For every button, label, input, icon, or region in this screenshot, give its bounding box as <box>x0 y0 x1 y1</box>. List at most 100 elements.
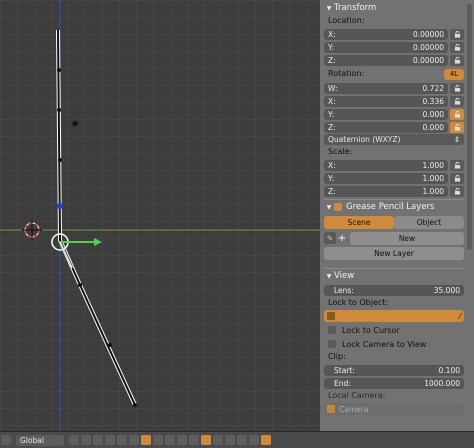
transform-location-value: 0.00000 <box>412 42 444 52</box>
scale-label: Scale: <box>328 147 353 156</box>
lock-icon[interactable] <box>450 185 464 197</box>
restrict-icon[interactable] <box>249 435 259 445</box>
lock-cursor-checkbox[interactable]: Lock to Cursor <box>324 323 464 337</box>
eyedropper-icon[interactable]: ⁄ <box>460 312 461 321</box>
lock-object-label: Lock to Object: <box>328 298 389 307</box>
lens-field[interactable]: Lens: 35.000 <box>324 284 464 296</box>
snap-icon[interactable] <box>141 435 151 445</box>
rotation-label: Rotation: <box>328 69 365 78</box>
paste-pose-icon[interactable] <box>225 435 235 445</box>
lock-icon[interactable] <box>450 54 464 66</box>
proportional-edit-icon[interactable] <box>165 435 175 445</box>
bone-joint[interactable] <box>133 403 137 407</box>
clip-start-label: Start: <box>334 365 355 375</box>
3d-viewport[interactable]: ✷ <box>0 0 320 431</box>
bone-joint[interactable] <box>58 158 62 162</box>
transform-location-axis-label: Y: <box>328 42 335 52</box>
layer-toggle-icon[interactable] <box>69 435 79 445</box>
clip-start-field[interactable]: Start: 0.100 <box>324 364 464 376</box>
view-header[interactable]: ▼ View <box>324 268 464 283</box>
checkbox-box[interactable] <box>328 326 336 334</box>
transform-rotation-axis-label: W: <box>328 83 338 93</box>
tab-scene[interactable]: Scene <box>324 216 394 229</box>
bone-joint[interactable] <box>57 108 61 112</box>
transform-scale-field[interactable]: Z: 1.000 <box>324 185 448 197</box>
properties-panel: ▼ Transform Location: X: 0.00000 Y: 0.00000… <box>320 0 474 431</box>
transform-scale-axis-label: X: <box>328 160 336 170</box>
transform-location-field[interactable]: X: 0.00000 <box>324 28 448 40</box>
layer-toggle-icon[interactable] <box>129 435 139 445</box>
lock-icon[interactable] <box>450 95 464 107</box>
keyframe-icon[interactable] <box>237 435 247 445</box>
grease-pencil-enable-checkbox[interactable] <box>334 203 342 211</box>
transform-rotation-field[interactable]: Z: 0.000 <box>324 121 448 133</box>
pencil-icon[interactable]: ✎ <box>324 232 336 244</box>
pivot-icon[interactable] <box>1 435 11 445</box>
lock-icon[interactable] <box>450 41 464 53</box>
layer-toggle-icon[interactable] <box>105 435 115 445</box>
transform-scale-field[interactable]: Y: 1.000 <box>324 172 448 184</box>
lock-icon[interactable] <box>450 121 464 133</box>
transform-scale-value: 1.000 <box>422 186 444 196</box>
lock-camera-checkbox[interactable]: Lock Camera to View <box>324 337 464 351</box>
transform-location-field[interactable]: Y: 0.00000 <box>324 41 448 53</box>
render-icon[interactable] <box>177 435 187 445</box>
lock-icon[interactable] <box>450 82 464 94</box>
clip-end-label: End: <box>334 378 351 388</box>
bone-joint[interactable] <box>78 283 82 287</box>
lock-icon[interactable] <box>450 28 464 40</box>
rotation-mode-value: Quaternion (WXYZ) <box>328 135 401 144</box>
grease-pencil-title: Grease Pencil Layers <box>346 202 435 212</box>
transform-rotation-field[interactable]: X: 0.336 <box>324 95 448 107</box>
transform-header[interactable]: ▼ Transform <box>324 1 464 15</box>
object-cube-icon <box>327 312 335 320</box>
panel-scrollbar[interactable] <box>467 4 472 250</box>
lens-label: Lens: <box>334 285 354 295</box>
orientation-select[interactable]: Global <box>16 434 64 446</box>
transform-rotation-field[interactable]: Y: 0.000 <box>324 108 448 120</box>
collapse-triangle-icon: ▼ <box>326 4 332 12</box>
orientation-value: Global <box>20 435 44 445</box>
viewport-canvas[interactable] <box>0 0 320 431</box>
layer-toggle-icon[interactable] <box>117 435 127 445</box>
transform-rotation-field[interactable]: W: 0.722 <box>324 82 448 94</box>
lock-icon[interactable] <box>450 159 464 171</box>
local-camera-field[interactable]: Camera <box>324 403 464 415</box>
camera-view-icon[interactable] <box>189 435 199 445</box>
lock-icon[interactable] <box>450 172 464 184</box>
view-title: View <box>334 271 355 281</box>
location-label: Location: <box>328 16 365 25</box>
lock-icon[interactable] <box>450 108 464 120</box>
lamp-sun-icon[interactable]: ✷ <box>68 117 82 131</box>
layer-toggle-icon[interactable] <box>93 435 103 445</box>
lens-value: 35.000 <box>433 285 460 295</box>
rotation-4l-toggle[interactable]: 4L <box>444 68 464 80</box>
local-camera-label: Local Camera: <box>328 391 386 400</box>
snap-target-icon[interactable] <box>153 435 163 445</box>
tab-object[interactable]: Object <box>394 216 464 229</box>
clip-label: Clip: <box>328 352 346 361</box>
copy-pose-icon[interactable] <box>213 435 223 445</box>
transform-scale-field[interactable]: X: 1.000 <box>324 159 448 171</box>
grease-pencil-header[interactable]: ▼ Grease Pencil Layers <box>324 199 464 214</box>
new-grease-pencil-button[interactable]: New <box>350 231 464 245</box>
add-icon[interactable]: + <box>336 233 348 244</box>
transform-scale-axis-label: Y: <box>328 173 335 183</box>
bone-joint-selected[interactable] <box>57 203 63 209</box>
transform-location-value: 0.00000 <box>412 55 444 65</box>
transform-location-axis-label: Z: <box>328 55 336 65</box>
checkbox-box[interactable] <box>328 340 336 348</box>
rotation-mode-select[interactable]: Quaternion (WXYZ) ⇕ <box>324 134 464 145</box>
bone-joint[interactable] <box>57 68 61 72</box>
lock-icon[interactable] <box>261 435 271 445</box>
lock-object-field[interactable]: ⁄ <box>324 310 464 322</box>
pose-icon[interactable] <box>201 435 211 445</box>
transform-scale-value: 1.000 <box>422 173 444 183</box>
bone-joint[interactable] <box>108 343 112 347</box>
new-layer-button[interactable]: New Layer <box>324 247 464 260</box>
transform-location-field[interactable]: Z: 0.00000 <box>324 54 448 66</box>
clip-end-field[interactable]: End: 1000.000 <box>324 377 464 389</box>
transform-location-axis-label: X: <box>328 29 336 39</box>
layer-toggle-icon[interactable] <box>81 435 91 445</box>
transform-rotation-value: 0.000 <box>422 122 444 132</box>
